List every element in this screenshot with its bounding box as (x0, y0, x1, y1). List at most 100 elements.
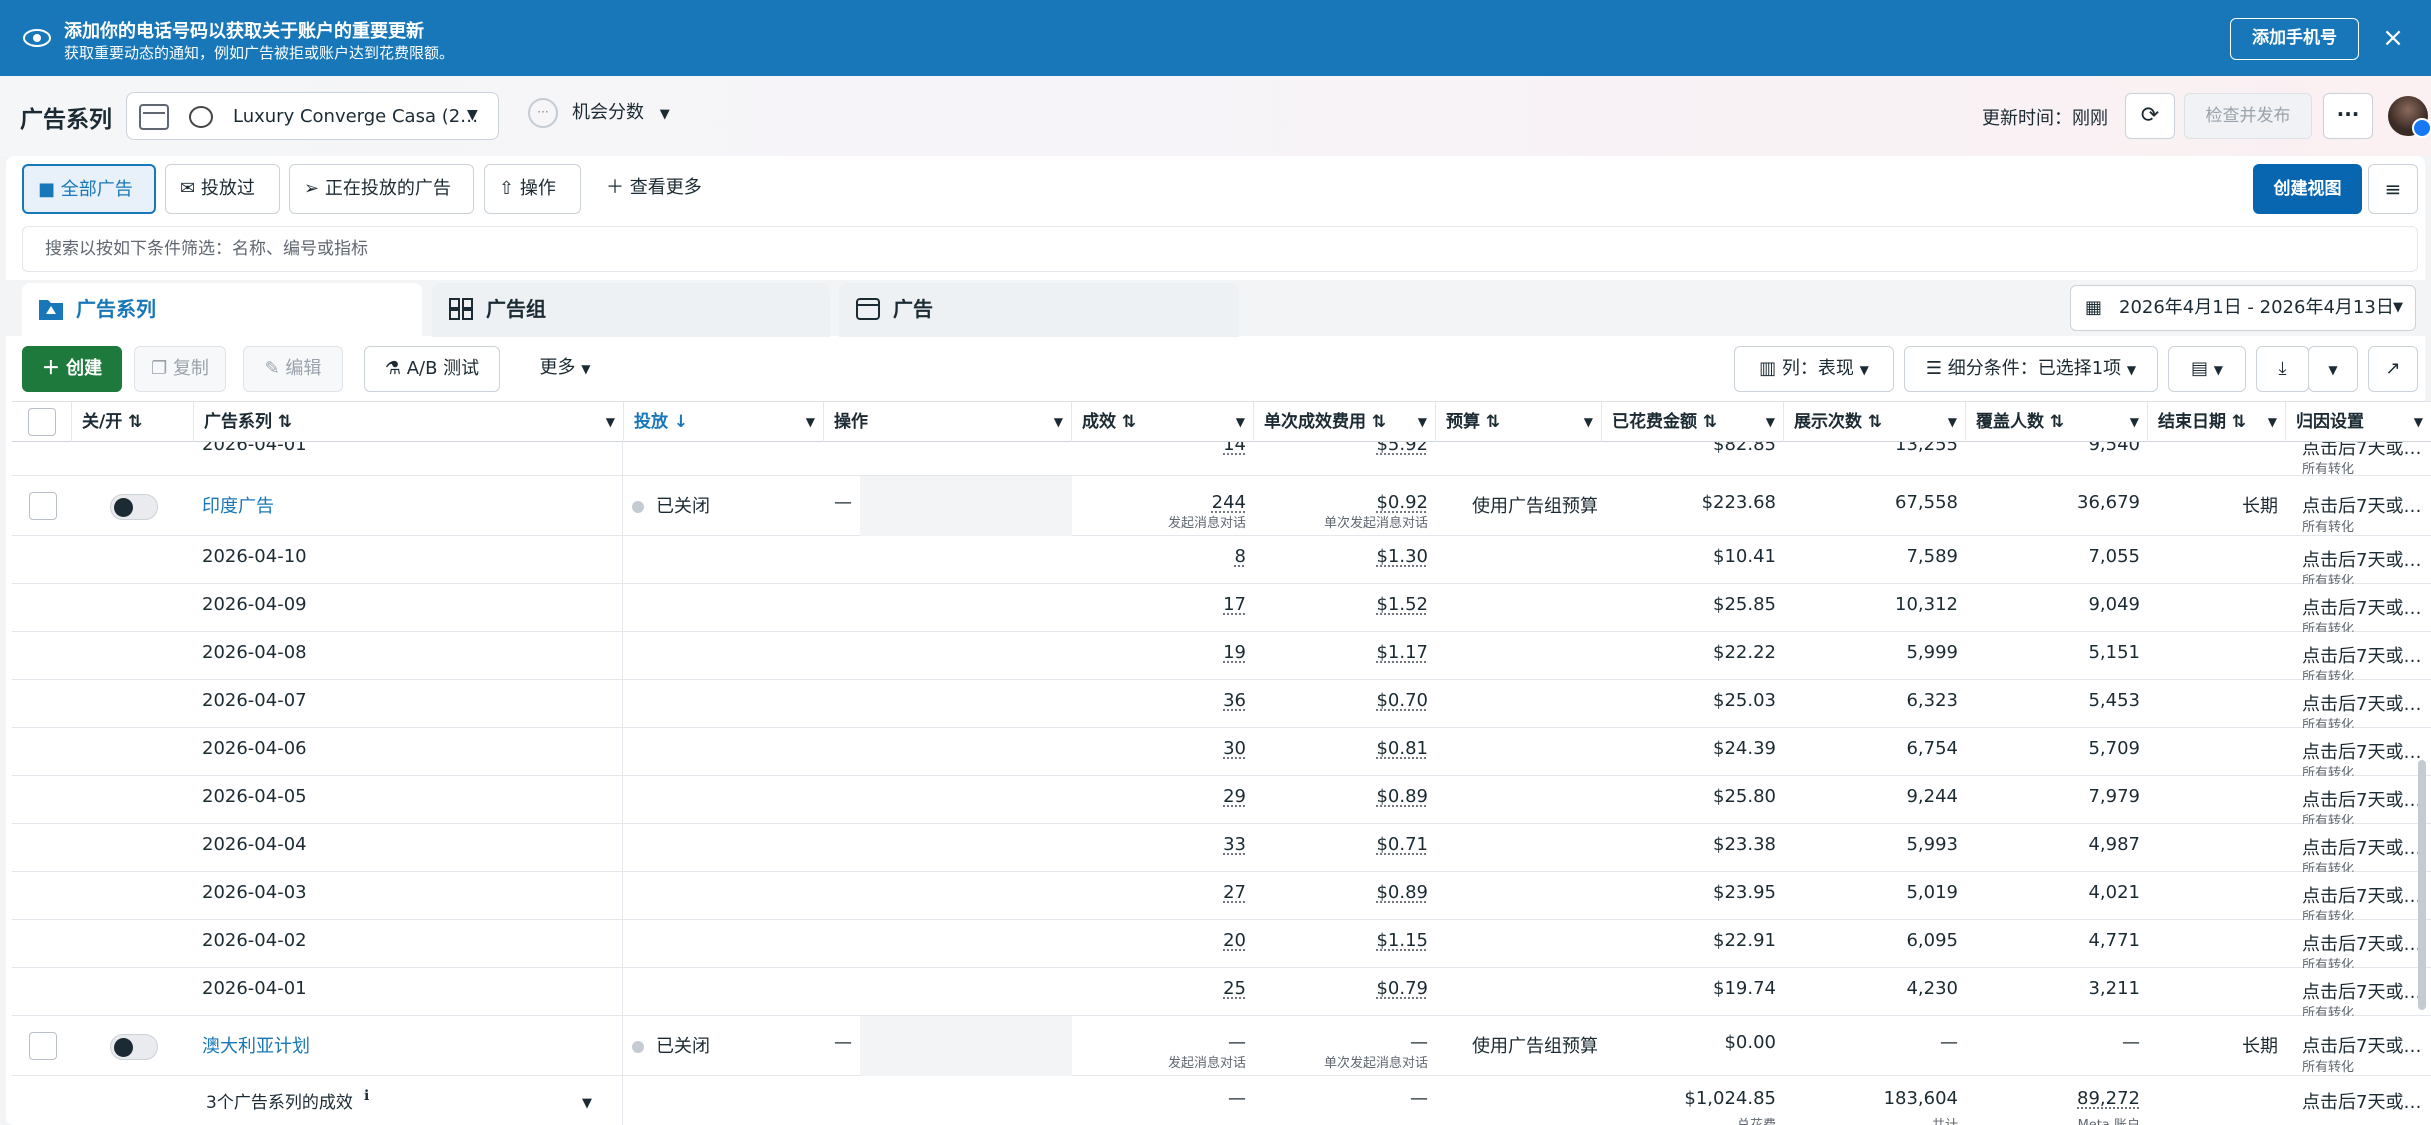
col-end-date[interactable]: 结束日期 ⇅ ▼ (2148, 402, 2286, 443)
col-onoff-label: 关/开 (82, 412, 122, 432)
col-delivery[interactable]: 投放 ↓ ▼ (624, 402, 824, 443)
col-campaign[interactable]: 广告系列 ⇅ ▼ (194, 402, 624, 443)
reports-button[interactable]: ▤ ▼ (2168, 346, 2246, 392)
summary-reach-subtitle: Meta 账户 (1966, 1114, 2140, 1125)
col-actions-label: 操作 (834, 412, 868, 432)
reach-value: 4,021 (1966, 882, 2140, 903)
col-impressions[interactable]: 展示次数 ⇅ ▼ (1784, 402, 1966, 443)
select-all-cell (12, 402, 72, 443)
col-results[interactable]: 成效 ⇅ ▼ (1072, 402, 1254, 443)
status-dot (632, 1041, 644, 1053)
tab-adsets[interactable]: 广告组 (432, 283, 830, 337)
review-publish-button[interactable]: 检查并发布 (2184, 93, 2312, 139)
col-delivery-label: 投放 (634, 412, 668, 432)
search-input[interactable]: 搜索以按如下条件筛选：名称、编号或指标 (22, 226, 2418, 272)
cpr-value: $0.92 (1254, 492, 1428, 513)
more-options-button[interactable]: ··· (2323, 93, 2373, 139)
sort-icon: ⇅ (2050, 412, 2064, 432)
col-budget[interactable]: 预算 ⇅ ▼ (1436, 402, 1602, 443)
col-spend[interactable]: 已花费金额 ⇅ ▼ (1602, 402, 1784, 443)
tab-ads[interactable]: 广告 (839, 283, 1239, 337)
chart-button[interactable]: ↗ (2368, 346, 2418, 392)
date-range-picker[interactable]: ▦ 2026年4月1日 - 2026年4月13日 ▼ (2070, 285, 2416, 331)
export-button[interactable]: ⤓ (2256, 346, 2309, 392)
impressions-value: 6,323 (1784, 690, 1958, 711)
spend-value: $223.68 (1602, 492, 1776, 513)
chevron-down-icon: ▼ (2414, 402, 2423, 442)
chevron-down-icon[interactable]: ▼ (582, 1096, 592, 1111)
actions-value: — (834, 492, 852, 513)
breakdown-date: 2026-04-02 (202, 930, 307, 951)
col-reach[interactable]: 覆盖人数 ⇅ ▼ (1966, 402, 2148, 443)
reach-value: 7,979 (1966, 786, 2140, 807)
refresh-button[interactable]: ⟳ (2125, 93, 2175, 139)
plus-icon: ＋ (606, 177, 624, 198)
see-more-button[interactable]: ＋ 查看更多 (592, 164, 722, 214)
sort-icon: ⇅ (2232, 412, 2246, 432)
duplicate-button[interactable]: ❐ 复制 (134, 346, 226, 392)
sort-icon: ⇅ (128, 412, 142, 432)
select-all-checkbox[interactable] (28, 408, 56, 436)
view-delivered[interactable]: ✉ 投放过 (165, 164, 280, 214)
spend-value: $82.85 (1602, 442, 1776, 455)
delivery-status: 已关闭 (632, 492, 710, 518)
view-active-ads[interactable]: ➢ 正在投放的广告 (289, 164, 474, 214)
reach-value: 5,453 (1966, 690, 2140, 711)
col-actions[interactable]: 操作 ▼ (824, 402, 1072, 443)
summary-attribution: 点击后7天或… (2302, 1088, 2421, 1114)
results-value: 244 (1072, 492, 1246, 513)
more-button[interactable]: 更多 ▼ (520, 346, 610, 392)
filter-settings-button[interactable]: ≡ (2368, 164, 2418, 214)
campaign-row[interactable]: 印度广告 已关闭 — 使用广告组预算 长期 发起消息对话 单次发起消息对话 244 $0.92 $… (12, 476, 2431, 536)
impressions-value: 9,244 (1784, 786, 1958, 807)
results-value: 8 (1072, 546, 1246, 567)
create-view-button[interactable]: 创建视图 (2253, 164, 2362, 214)
reach-value: 5,709 (1966, 738, 2140, 759)
end-date-value: 长期 (2162, 1032, 2278, 1058)
report-icon: ▤ (2191, 358, 2208, 379)
col-onoff[interactable]: 关/开 ⇅ (72, 402, 194, 443)
row-checkbox[interactable] (29, 492, 57, 520)
impressions-value: 5,999 (1784, 642, 1958, 663)
attribution-value: 点击后7天或… (2302, 690, 2421, 716)
attribution-value: 点击后7天或… (2302, 930, 2421, 956)
account-selector[interactable]: Luxury Converge Casa (2… ▼ (126, 92, 499, 140)
ab-test-button[interactable]: ⚗ A/B 测试 (364, 346, 500, 392)
spend-value: $22.22 (1602, 642, 1776, 663)
breakdown-row: 2026-04-01 14 $5.92 $82.85 13,255 9,540 点击后7天或… (12, 442, 2431, 476)
col-attribution[interactable]: 归因设置 ▼ (2286, 402, 2431, 443)
attribution-value: 点击后7天或… (2302, 882, 2421, 908)
tab-campaigns-label: 广告系列 (76, 297, 156, 321)
sort-icon: ⇅ (1703, 412, 1717, 432)
tab-campaigns[interactable]: 广告系列 (22, 283, 422, 337)
campaign-name[interactable]: 澳大利亚计划 (202, 1032, 310, 1058)
reach-value: 4,987 (1966, 834, 2140, 855)
view-actions[interactable]: ⇧ 操作 (484, 164, 581, 214)
opportunity-score[interactable]: ··· 机会分数 ▼ (528, 98, 670, 128)
export-menu-button[interactable]: ▼ (2308, 346, 2358, 392)
col-attribution-label: 归因设置 (2296, 412, 2364, 432)
end-date-value: 长期 (2162, 492, 2278, 518)
campaign-toggle[interactable] (110, 1034, 158, 1060)
edit-button[interactable]: ✎ 编辑 (243, 346, 343, 392)
date-range-label: 2026年4月1日 - 2026年4月13日 (2119, 297, 2394, 318)
table-scrollbar[interactable] (2418, 760, 2426, 1010)
breakdown-button[interactable]: ☰ 细分条件：已选择1项 ▼ (1904, 346, 2158, 392)
chevron-down-icon: ▼ (806, 402, 815, 442)
view-all-ads[interactable]: ■ 全部广告 (22, 164, 156, 214)
row-checkbox[interactable] (29, 1032, 57, 1060)
column-divider (622, 442, 623, 1125)
close-icon[interactable]: × (2379, 24, 2407, 52)
col-cpr[interactable]: 单次成效费用 ⇅ ▼ (1254, 402, 1436, 443)
avatar[interactable] (2388, 96, 2428, 136)
campaign-name[interactable]: 印度广告 (202, 492, 274, 518)
cpr-value: $0.89 (1254, 786, 1428, 807)
create-button[interactable]: ＋ 创建 (22, 346, 122, 392)
summary-impressions-subtitle: 共计 (1784, 1114, 1958, 1125)
columns-button[interactable]: ▥ 列：表现 ▼ (1734, 346, 1894, 392)
campaign-toggle[interactable] (110, 494, 158, 520)
attribution-subtitle: 所有转化 (2302, 458, 2354, 477)
campaign-row[interactable]: 澳大利亚计划 已关闭 — 使用广告组预算 长期 发起消息对话 单次发起消息对话 — — $0.00… (12, 1016, 2431, 1076)
add-phone-button[interactable]: 添加手机号 (2230, 18, 2359, 60)
reach-value: 4,771 (1966, 930, 2140, 951)
